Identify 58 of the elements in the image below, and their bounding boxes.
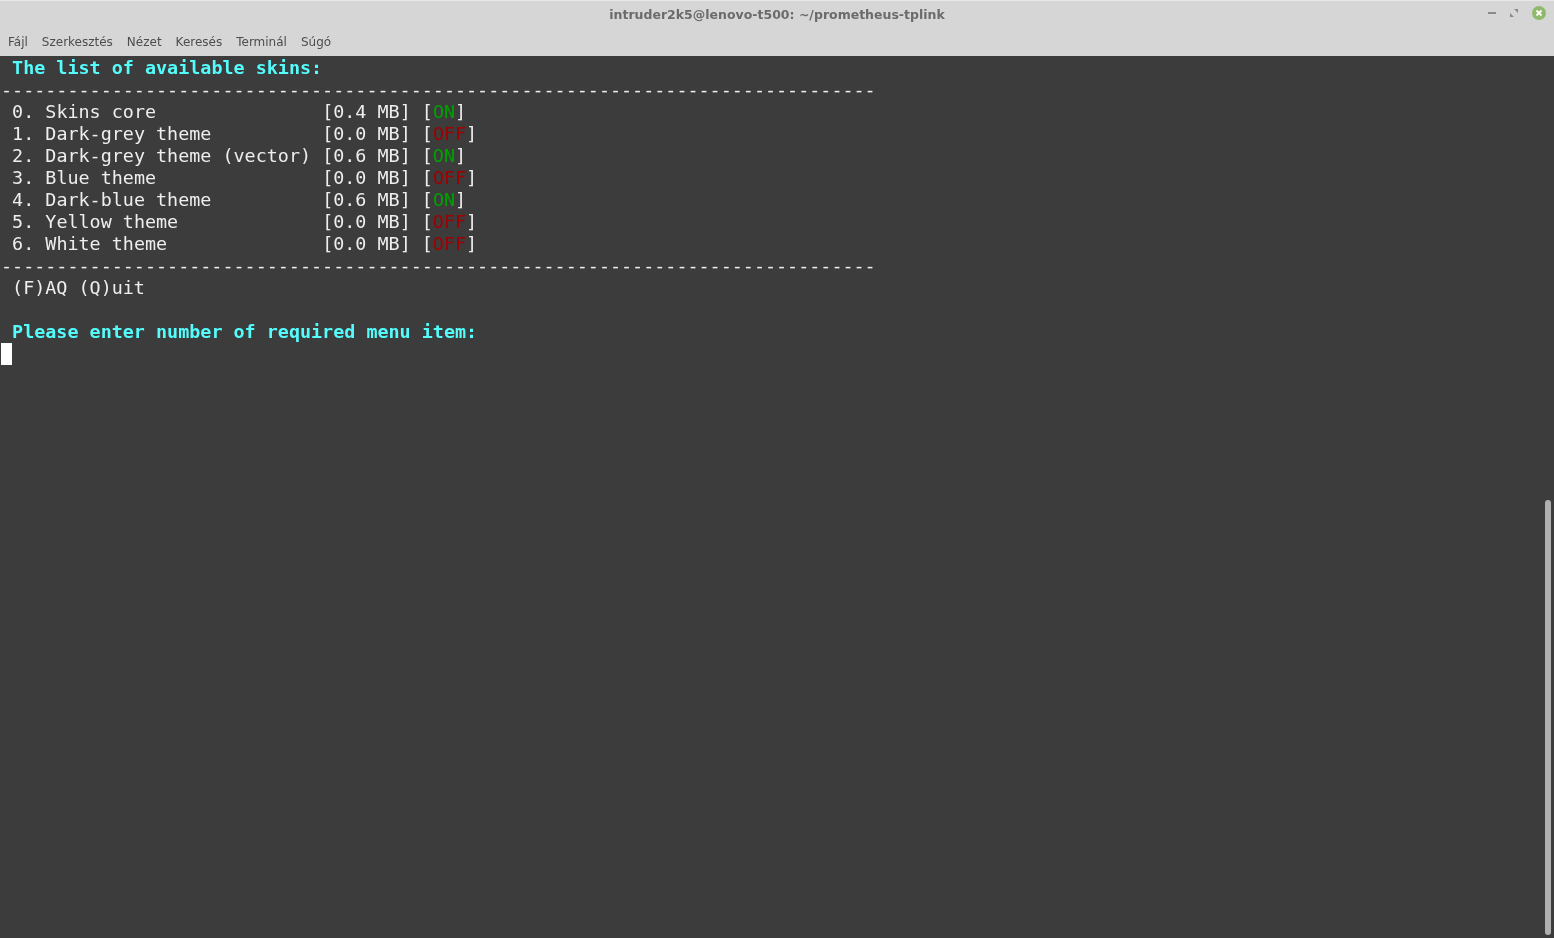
skin-name: Dark-grey theme — [45, 123, 212, 145]
skin-number: 0. — [12, 101, 35, 123]
bracket: [ — [421, 167, 433, 189]
scrollbar-thumb[interactable] — [1545, 500, 1551, 935]
skin-number: 2. — [12, 145, 35, 167]
skin-size: [0.6 MB] — [322, 145, 411, 167]
skin-size: [0.6 MB] — [322, 189, 411, 211]
maximize-icon[interactable] — [1510, 9, 1518, 17]
bracket: ] — [466, 167, 478, 189]
bracket: [ — [421, 101, 433, 123]
bracket: ] — [455, 145, 467, 167]
bracket: [ — [421, 189, 433, 211]
bracket: ] — [466, 123, 478, 145]
bracket: [ — [421, 211, 433, 233]
terminal-heading: The list of available skins: — [12, 57, 323, 79]
skin-status: OFF — [432, 123, 467, 145]
bracket: ] — [466, 211, 478, 233]
text-cursor — [1, 343, 12, 365]
skin-number: 1. — [12, 123, 35, 145]
skin-name: Dark-blue theme — [45, 189, 212, 211]
separator-line: ------------------------------------------------------------------------------- — [1, 255, 876, 277]
skin-size: [0.0 MB] — [322, 123, 411, 145]
bracket: ] — [455, 101, 467, 123]
skin-status: ON — [432, 189, 456, 211]
skin-size: [0.0 MB] — [322, 211, 411, 233]
skin-number: 4. — [12, 189, 35, 211]
skin-status: OFF — [432, 211, 467, 233]
bracket: ] — [455, 189, 467, 211]
skin-size: [0.4 MB] — [322, 101, 411, 123]
skin-name: White theme — [45, 233, 168, 255]
menu-options: (F)AQ (Q)uit — [12, 277, 145, 299]
separator-line: ------------------------------------------------------------------------------- — [1, 79, 876, 101]
skin-name: Blue theme — [45, 167, 157, 189]
menu-item[interactable]: Keresés — [170, 35, 228, 49]
bracket: [ — [421, 145, 433, 167]
menu-item[interactable]: Súgó — [295, 35, 337, 49]
menu-item[interactable]: Terminál — [231, 35, 292, 49]
skin-status: ON — [432, 145, 455, 167]
menu-item[interactable]: Nézet — [121, 35, 167, 49]
skin-name: Skins core — [45, 101, 157, 123]
bracket: ] — [466, 233, 478, 255]
skin-number: 6. — [12, 233, 35, 255]
skin-size: [0.0 MB] — [322, 167, 411, 189]
menu-item[interactable]: Fájl — [3, 35, 33, 49]
skin-number: 3. — [12, 167, 35, 189]
input-prompt: Please enter number of required menu item: — [12, 321, 478, 343]
skin-status: OFF — [432, 167, 467, 189]
skin-size: [0.0 MB] — [322, 233, 411, 255]
skin-number: 5. — [12, 211, 35, 233]
skin-status: ON — [432, 101, 456, 123]
skin-status: OFF — [432, 233, 467, 255]
window-title: intruder2k5@lenovo-t500: ~/prometheus-tplink — [609, 7, 945, 22]
bracket: [ — [421, 123, 433, 145]
skin-name: Dark-grey theme (vector) — [45, 145, 312, 167]
menu-item[interactable]: Szerkesztés — [36, 35, 118, 49]
bracket: [ — [421, 233, 433, 255]
close-icon[interactable] — [1532, 6, 1546, 20]
skin-name: Yellow theme — [45, 211, 179, 233]
